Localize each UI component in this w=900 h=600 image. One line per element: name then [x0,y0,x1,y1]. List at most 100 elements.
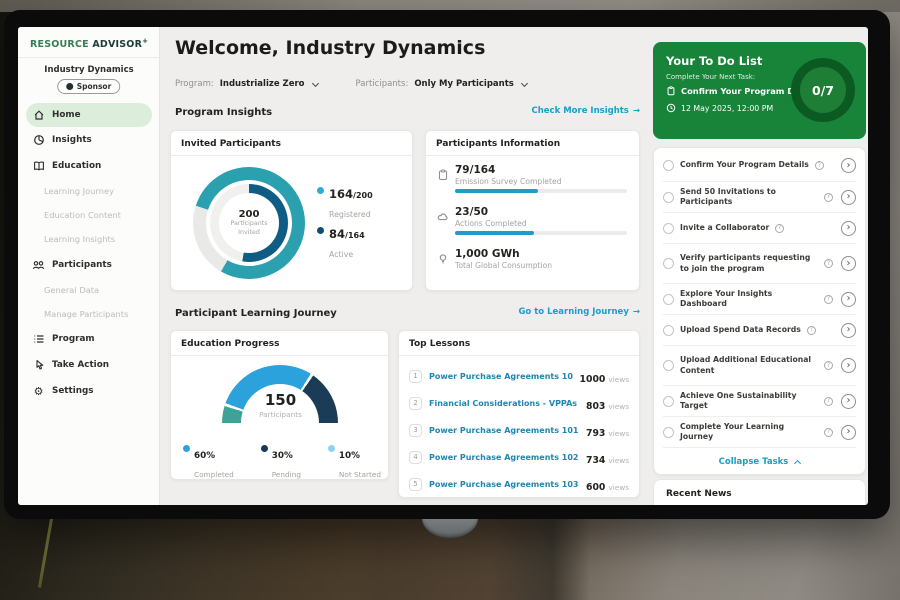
task-checkbox[interactable] [663,427,674,438]
sidebar-nav: Home Insights Education [18,103,160,404]
sidebar-item-general-data[interactable]: General Data [18,278,160,302]
chevron-right-button[interactable]: › [841,323,856,338]
task-row[interactable]: Invite a Collaborator ? › [663,212,856,243]
chevron-down-icon[interactable] [521,79,528,86]
task-checkbox[interactable] [663,325,674,336]
info-icon[interactable]: ? [824,361,833,370]
education-progress-card: Education Progress 150 Participants 60%C… [170,330,389,480]
task-checkbox[interactable] [663,396,674,407]
task-checkbox[interactable] [663,258,674,269]
info-icon[interactable]: ? [824,397,833,406]
task-checkbox[interactable] [663,360,674,371]
task-row[interactable]: Confirm Your Program Details ? › [663,150,856,181]
bulb-icon [437,253,449,265]
todo-task-list: Confirm Your Program Details ? › Send 50… [653,147,866,475]
chevron-down-icon[interactable] [311,79,318,86]
participants-filter-dropdown[interactable]: Only My Participants [414,79,514,89]
task-row[interactable]: Explore Your Insights Dashboard ? › [663,283,856,314]
chevron-right-button[interactable]: › [841,158,856,173]
sponsor-icon [66,83,73,90]
sidebar-item-learning-insights[interactable]: Learning Insights [18,227,160,251]
info-icon[interactable]: ? [775,224,784,233]
sidebar-item-label: Learning Journey [44,186,114,196]
chevron-right-button[interactable]: › [841,292,856,307]
sidebar-item-manage-participants[interactable]: Manage Participants [18,302,160,326]
book-icon [32,160,45,173]
sidebar-item-insights[interactable]: Insights [18,127,160,153]
program-insights-title: Program Insights [175,107,272,118]
sidebar-item-education-content[interactable]: Education Content [18,203,160,227]
survey-progress-bar [455,189,627,193]
lesson-link[interactable]: Power Purchase Agreements 101 [429,372,573,381]
card-title: Top Lessons [399,331,639,356]
program-filter-dropdown[interactable]: Industrialize Zero [220,79,305,89]
info-icon[interactable]: ? [807,326,816,335]
sidebar-divider [18,57,160,58]
consumption-label: Total Global Consumption [455,261,552,270]
gauge-legend: 60%Completed 30%Pending 10%Not Started [183,443,381,481]
legend-dot [317,187,324,194]
task-checkbox[interactable] [663,160,674,171]
actions-value: 23/50 [455,206,488,218]
chevron-right-button[interactable]: › [841,394,856,409]
lesson-link[interactable]: Financial Considerations - VPPAs [429,399,579,408]
cloud-icon [437,211,449,223]
logo-word-advisor: ADVISOR [92,39,142,50]
info-icon[interactable]: ? [824,428,833,437]
task-row[interactable]: Verify participants requesting to join t… [663,243,856,283]
task-checkbox[interactable] [663,223,674,234]
chevron-right-button[interactable]: › [841,358,856,373]
lesson-link[interactable]: Power Purchase Agreements 101 [429,426,579,435]
task-row[interactable]: Achieve One Sustainability Target ? › [663,385,856,416]
sidebar-item-participants[interactable]: Participants [18,251,160,278]
chevron-right-button[interactable]: › [841,425,856,440]
sponsor-badge: Sponsor [57,79,121,94]
info-icon[interactable]: ? [824,193,833,202]
info-icon[interactable]: ? [824,259,833,268]
info-icon[interactable]: ? [815,161,824,170]
filters-row: Program: Industrialize Zero Participants… [175,79,527,89]
task-checkbox[interactable] [663,294,674,305]
sponsor-label: Sponsor [77,82,112,91]
chevron-right-button[interactable]: › [841,256,856,271]
chevron-right-button[interactable]: › [841,221,856,236]
sidebar-item-education[interactable]: Education [18,153,160,179]
insights-icon [32,134,45,147]
task-row[interactable]: Upload Spend Data Records ? › [663,314,856,345]
chevron-up-icon [794,460,801,467]
rank-badge: 4 [409,451,422,464]
legend-completed: 60%Completed [183,443,234,481]
invited-donut-chart: 200 Participants Invited [193,167,305,279]
task-row[interactable]: Complete Your Learning Journey ? › [663,416,856,447]
app-logo: RESOURCE ADVISOR+ [30,37,148,50]
sidebar-item-settings[interactable]: ⚙ Settings [18,378,160,404]
task-checkbox[interactable] [663,192,674,203]
participants-information-card: Participants Information 79/164 Emission… [425,130,640,291]
sidebar-item-take-action[interactable]: Take Action [18,352,160,378]
go-to-learning-journey-link[interactable]: Go to Learning Journey → [518,307,640,317]
sidebar-item-program[interactable]: Program [18,326,160,352]
logo-word-resource: RESOURCE [30,39,89,50]
lesson-row: 2 Financial Considerations - VPPAs 803vi… [409,390,629,416]
chevron-right-button[interactable]: › [841,190,856,205]
sidebar-item-label: Manage Participants [44,309,128,319]
participants-filter-label: Participants: [356,79,409,89]
rank-badge: 5 [409,478,422,491]
info-icon[interactable]: ? [824,295,833,304]
legend-registered: 164/200 Registered [317,183,373,221]
check-more-insights-link[interactable]: Check More Insights → [532,106,641,116]
collapse-tasks-link[interactable]: Collapse Tasks [663,447,856,476]
sidebar-item-label: Insights [52,135,92,145]
sidebar: RESOURCE ADVISOR+ Industry Dynamics Spon… [18,27,160,505]
top-lessons-card: Top Lessons 1 Power Purchase Agreements … [398,330,640,498]
legend-not-started: 10%Not Started [328,443,381,481]
lesson-link[interactable]: Power Purchase Agreements 103 [429,480,579,489]
clipboard-icon [437,169,449,181]
task-row[interactable]: Upload Additional Educational Content ? … [663,345,856,385]
sidebar-item-learning-journey[interactable]: Learning Journey [18,179,160,203]
lesson-link[interactable]: Power Purchase Agreements 102 [429,453,579,462]
task-row[interactable]: Send 50 Invitations to Participants ? › [663,181,856,212]
sidebar-item-label: Education Content [44,210,121,220]
sidebar-item-home[interactable]: Home [26,103,152,127]
survey-label: Emission Survey Completed [455,177,561,186]
